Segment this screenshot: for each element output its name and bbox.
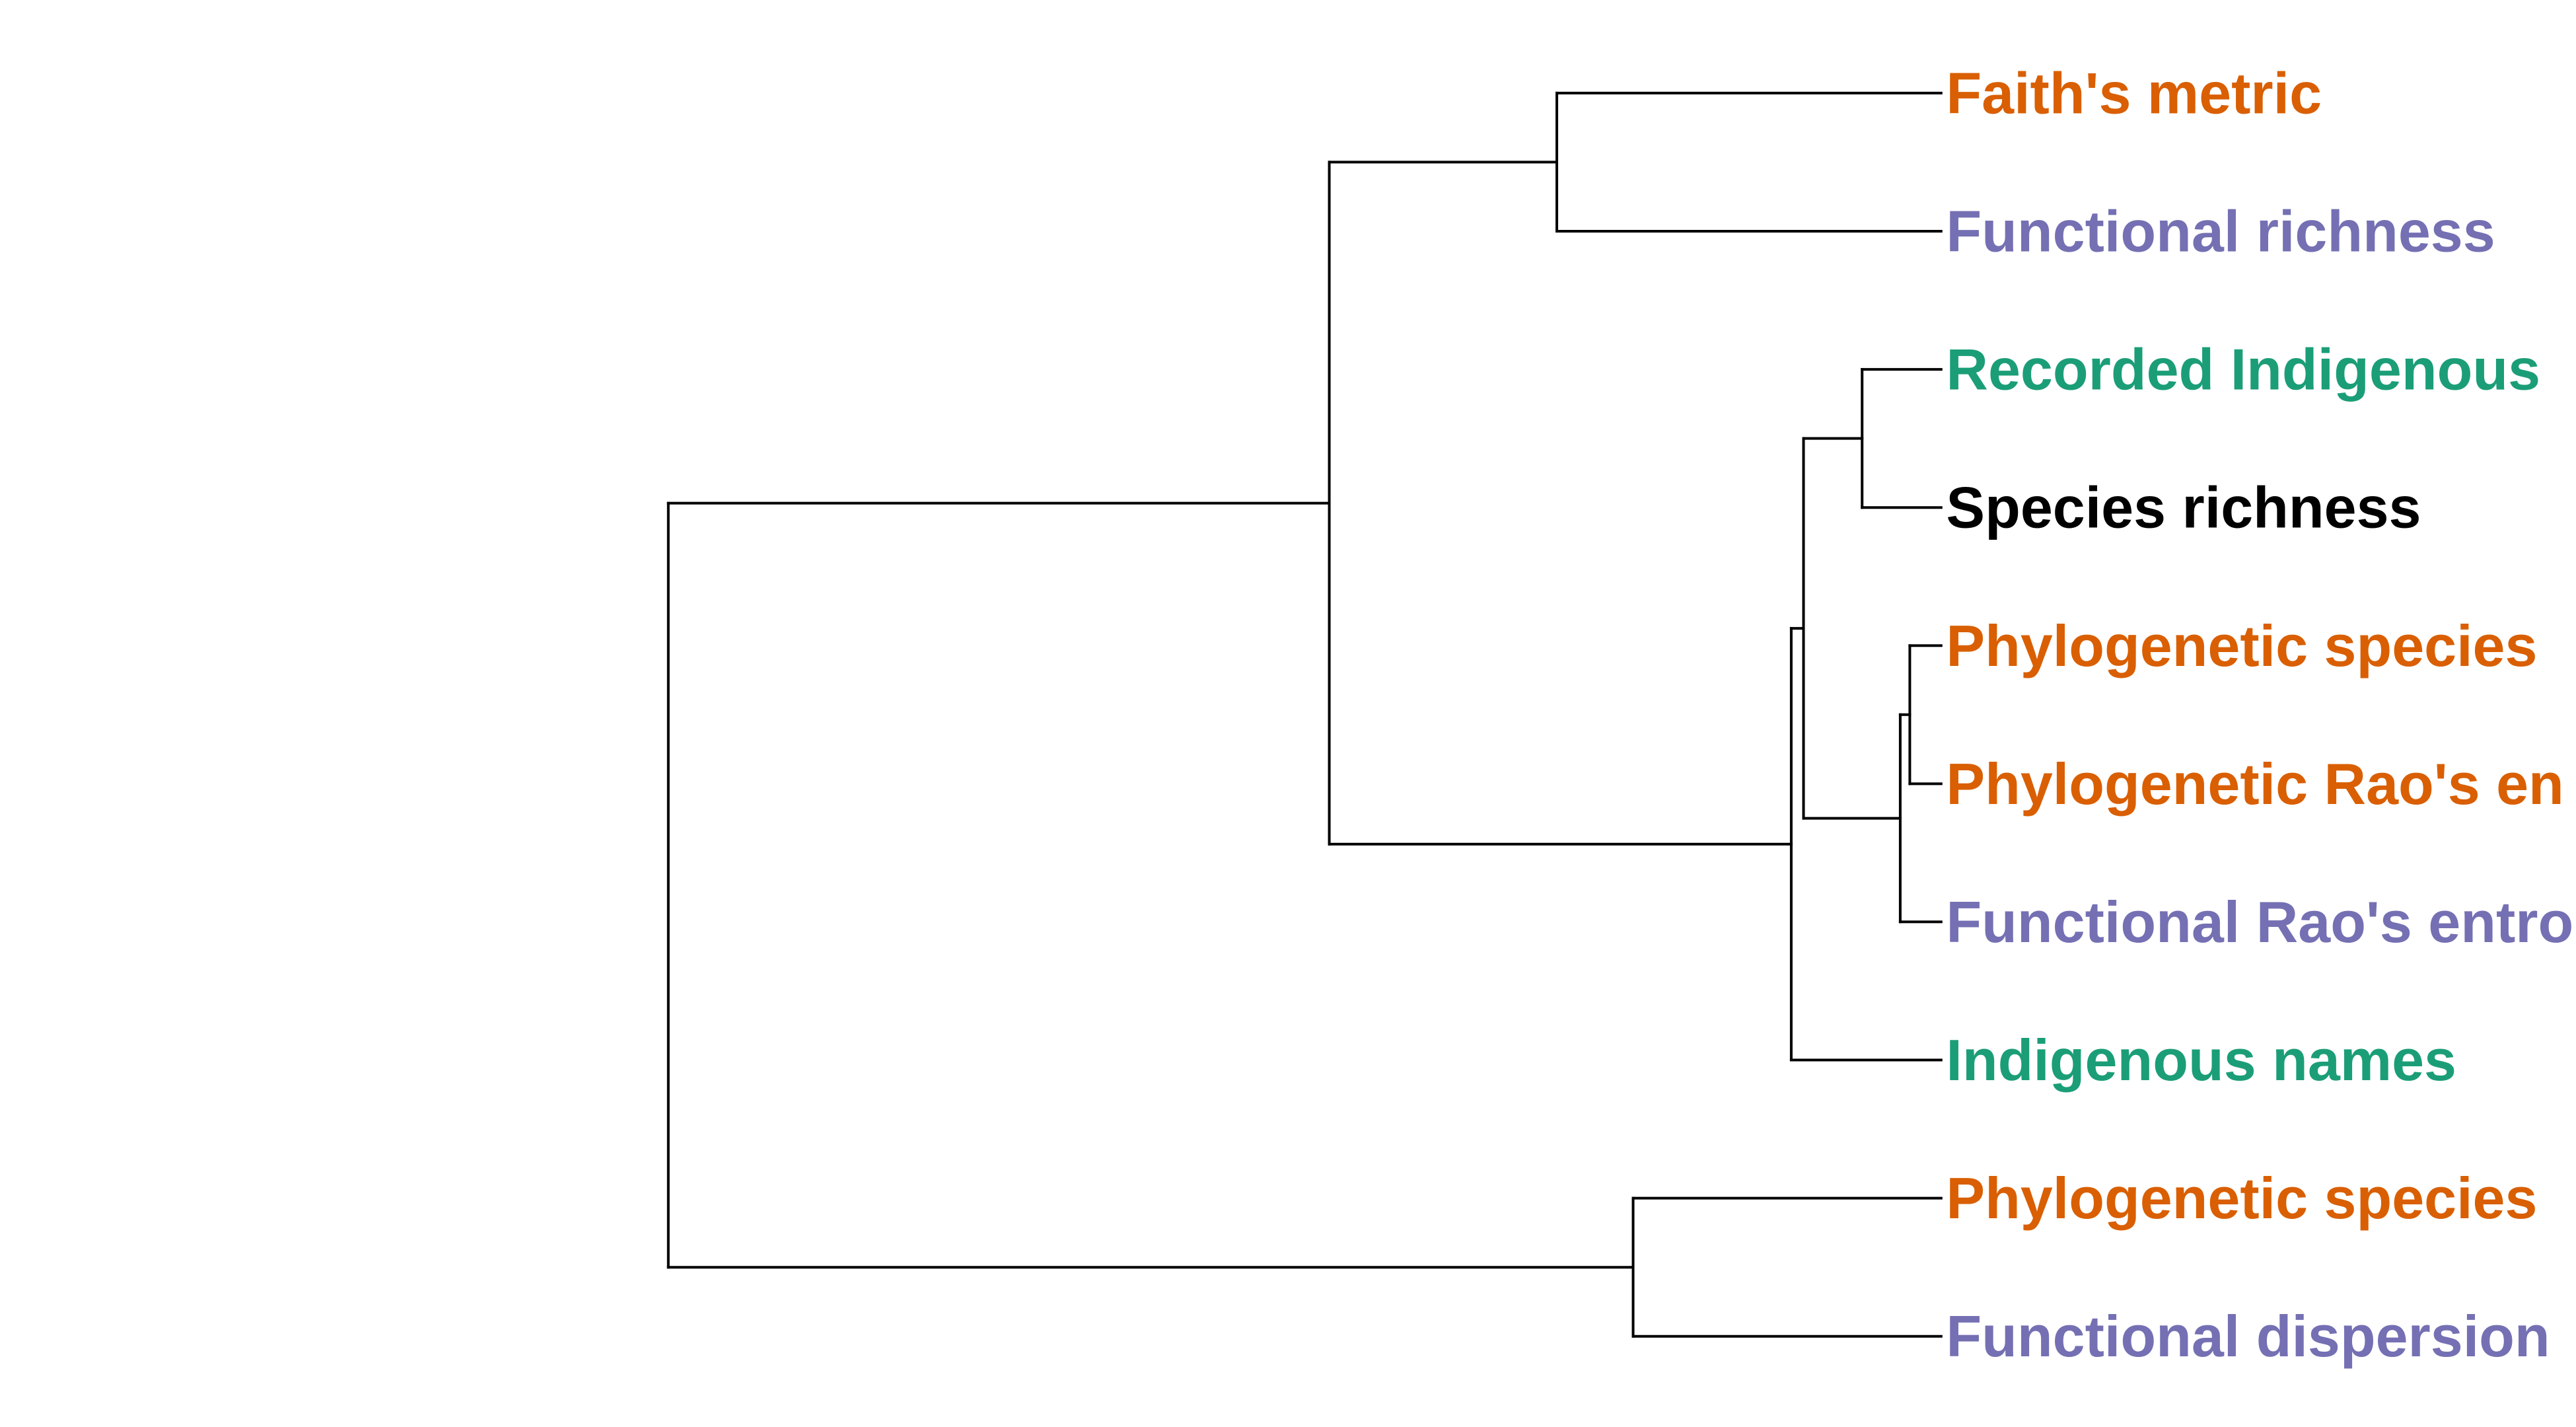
leaf-label: Faith's metric [1946,60,2322,126]
dendrogram: Faith's metric Functional richness Recor… [666,60,2573,1369]
leaf-label: Phylogenetic species [1946,613,2537,678]
leaf-label: Recorded Indigenous [1946,337,2540,402]
leaf-label: Functional richness [1946,199,2495,264]
dendrogram-branches [666,91,1943,1338]
leaf-label: Indigenous names [1946,1027,2456,1093]
leaf-label: Functional Rao's entro [1946,889,2573,955]
leaf-label: Phylogenetic Rao's en [1946,751,2563,817]
leaf-label: Phylogenetic species [1946,1165,2537,1231]
leaf-label: Functional dispersion [1946,1303,2550,1369]
dendrogram-leaf-labels: Faith's metric Functional richness Recor… [1946,60,2573,1369]
leaf-label: Species richness [1946,475,2421,540]
